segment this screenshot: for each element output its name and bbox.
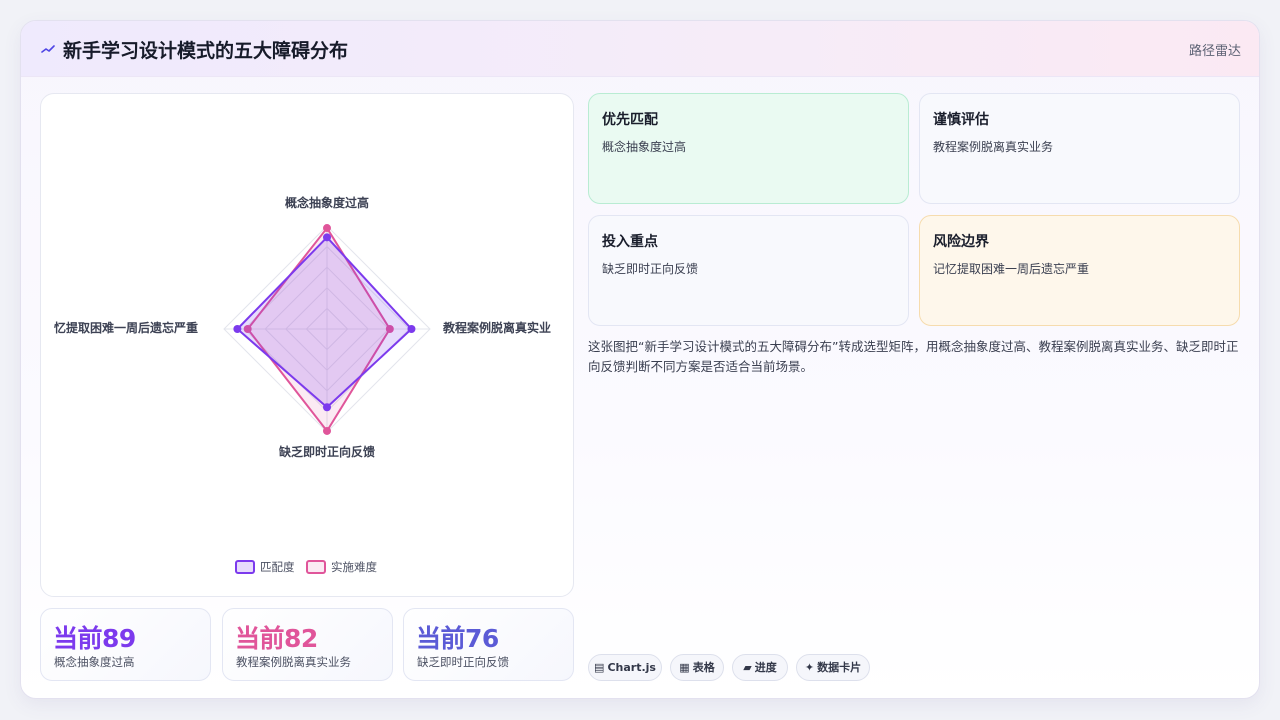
chart-icon: ▤ [594,661,605,674]
quadrant-card-evaluate[interactable]: 谨慎评估 教程案例脱离真实业务 [919,93,1240,204]
chip-datacard[interactable]: ✦ 数据卡片 [796,654,870,681]
radar-data-point [233,325,242,333]
chip-label: 表格 [692,661,715,674]
chart-description: 这张图把“新手学习设计模式的五大障碍分布”转成选型矩阵，用概念抽象度过高、教程案… [588,339,1239,374]
radar-data-point [323,224,331,233]
quadrant-title: 优先匹配 [602,112,658,128]
page-title: 新手学习设计模式的五大障碍分布 [63,40,349,62]
quadrant-card-priority[interactable]: 优先匹配 概念抽象度过高 [588,93,909,204]
dashboard-card: 新手学习设计模式的五大障碍分布 路径雷达 概念抽象度过高 教程案例脱离真实业 缺乏即… [20,20,1260,699]
radar-data-point [323,403,331,412]
stat-value: 当前89 [53,624,136,653]
quadrant-desc: 教程案例脱离真实业务 [933,140,1054,154]
header-bar: 新手学习设计模式的五大障碍分布 路径雷达 [21,21,1259,77]
stat-value: 当前82 [235,624,318,653]
quadrant-title: 投入重点 [602,234,658,250]
table-icon: ▦ [679,661,690,674]
quadrant-card-risk[interactable]: 风险边界 记忆提取困难一周后遗忘严重 [919,215,1240,326]
sparkline-icon [41,45,55,53]
quadrant-card-invest[interactable]: 投入重点 缺乏即时正向反馈 [588,215,909,326]
chip-progress[interactable]: ▰ 进度 [732,654,788,681]
stat-label: 概念抽象度过高 [54,655,135,669]
radar-data-point [407,325,416,333]
stat-value: 当前76 [416,624,499,653]
stat-label: 缺乏即时正向反馈 [417,655,509,669]
chip-table[interactable]: ▦ 表格 [670,654,724,681]
legend-swatch [306,560,326,574]
quadrant-desc: 概念抽象度过高 [602,140,687,154]
radar-data-point [323,233,331,242]
sparkle-icon: ✦ [804,661,815,674]
chip-label: Chart.js [607,661,656,674]
radar-series-area [235,235,413,409]
quadrant-title: 谨慎评估 [933,112,989,128]
radar-axis-label: 忆提取困难一周后遗忘严重 [54,320,198,335]
chip-label: 数据卡片 [817,661,862,674]
radar-data-point [323,426,331,435]
stat-card: 当前82 教程案例脱离真实业务 [222,608,393,681]
stat-card: 当前89 概念抽象度过高 [40,608,211,681]
stat-label: 教程案例脱离真实业务 [236,655,351,669]
legend-label: 匹配度 [260,560,295,574]
quadrant-title: 风险边界 [933,234,989,250]
radar-axis-label: 缺乏即时正向反馈 [279,444,375,459]
legend-swatch [235,560,255,574]
chip-chartjs[interactable]: ▤ Chart.js [588,654,662,681]
radar-axis-label: 概念抽象度过高 [285,195,369,210]
progress-icon: ▰ [743,661,752,674]
radar-chart: 概念抽象度过高教程案例脱离真实业缺乏即时正向反馈 忆提取困难一周后遗忘严重匹配度 实… [54,195,551,574]
quadrant-desc: 记忆提取困难一周后遗忘严重 [933,262,1090,276]
chip-label: 进度 [754,661,777,674]
quadrant-desc: 缺乏即时正向反馈 [602,262,699,276]
stat-card: 当前76 缺乏即时正向反馈 [403,608,574,681]
radar-axis-label: 教程案例脱离真实业 [442,320,551,335]
legend-label: 实施难度 [331,560,377,574]
chart-type-tag: 路径雷达 [1188,44,1241,59]
radar-chart-panel: 概念抽象度过高教程案例脱离真实业缺乏即时正向反馈 忆提取困难一周后遗忘严重匹配度 实… [40,93,574,597]
